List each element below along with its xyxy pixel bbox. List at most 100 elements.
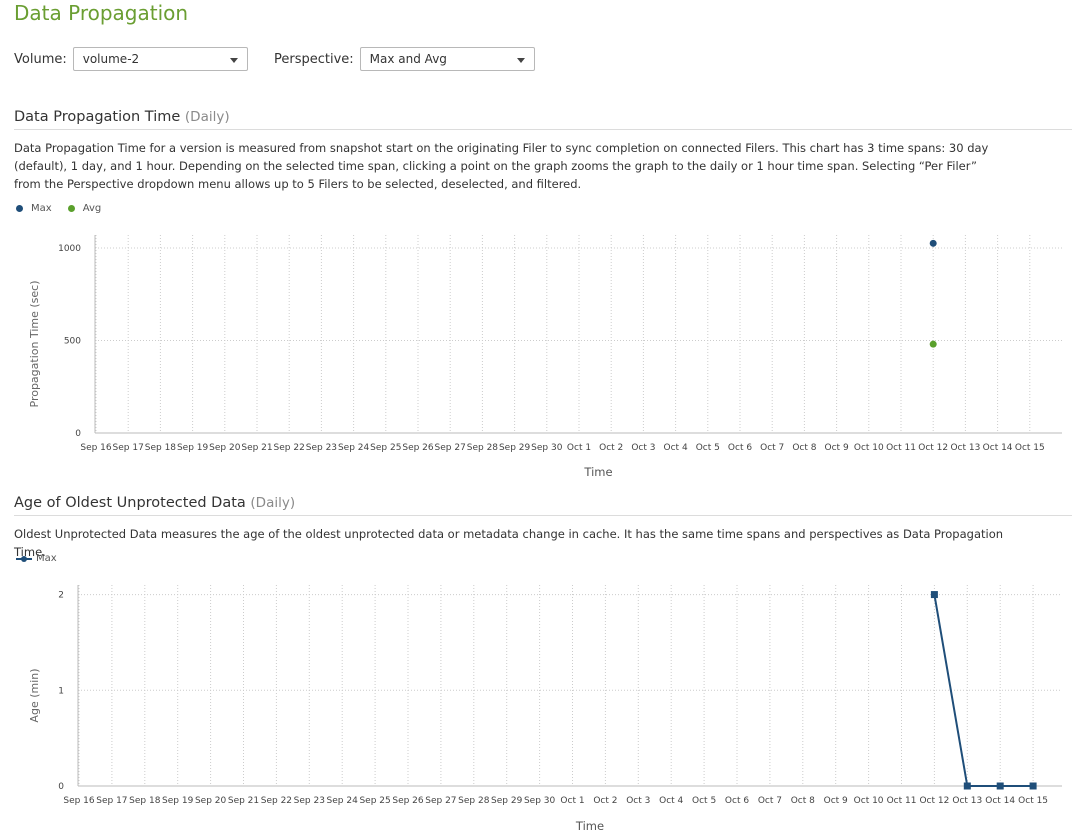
x-tick-label: Oct 13 [950, 443, 980, 453]
x-tick-label: Sep 18 [145, 443, 177, 453]
x-tick-label: Oct 8 [791, 796, 815, 806]
perspective-label: Perspective: [274, 51, 354, 67]
legend-item-max[interactable]: Max [16, 553, 57, 564]
page-title: Data Propagation [14, 1, 189, 25]
x-tick-label: Oct 2 [599, 443, 623, 453]
data-point-max [1029, 782, 1037, 790]
x-tick-label: Oct 11 [887, 796, 917, 806]
x-tick-label: Oct 14 [983, 443, 1013, 453]
x-tick-label: Sep 16 [80, 443, 112, 453]
x-tick-label: Sep 22 [274, 443, 305, 453]
volume-label: Volume: [14, 51, 67, 67]
propagation-section-title: Data Propagation Time (Daily) [14, 108, 1072, 130]
x-tick-label: Sep 21 [241, 443, 272, 453]
legend-item-avg[interactable]: Avg [67, 203, 102, 214]
x-tick-label: Sep 24 [338, 443, 370, 453]
x-tick-label: Sep 29 [499, 443, 531, 453]
propagation-legend: Max Avg [16, 203, 117, 214]
x-tick-label: Sep 23 [294, 796, 325, 806]
y-tick-label: 1000 [58, 244, 81, 254]
legend-avg-label: Avg [82, 203, 102, 214]
x-tick-label: Oct 5 [696, 443, 720, 453]
unprotected-legend: Max [16, 553, 73, 564]
legend-line-marker [16, 555, 32, 562]
legend-avg-marker [67, 205, 75, 212]
x-tick-label: Oct 5 [692, 796, 716, 806]
data-point-max [996, 782, 1004, 790]
perspective-select-value: Max and Avg [369, 52, 447, 66]
x-tick-label: Oct 13 [952, 796, 982, 806]
unprotected-description: Oldest Unprotected Data measures the age… [14, 527, 1004, 559]
perspective-filter: Perspective: Max and Avg [274, 46, 535, 72]
propagation-title-span: (Daily) [184, 109, 230, 125]
x-axis-title: Time [583, 465, 612, 479]
volume-filter: Volume: volume-2 [14, 46, 248, 72]
x-tick-label: Oct 1 [560, 796, 584, 806]
legend-item-max[interactable]: Max [16, 203, 52, 214]
chevron-down-icon [229, 58, 238, 63]
x-tick-label: Sep 28 [458, 796, 490, 806]
volume-select-value: volume-2 [82, 52, 140, 66]
x-tick-label: Sep 25 [370, 443, 401, 453]
x-tick-label: Oct 15 [1015, 443, 1045, 453]
legend-max-marker [16, 205, 23, 212]
x-tick-label: Sep 16 [63, 796, 95, 806]
x-tick-label: Oct 1 [567, 443, 591, 453]
data-point-max [930, 591, 938, 599]
x-tick-label: Sep 19 [177, 443, 209, 453]
x-tick-label: Sep 25 [359, 796, 390, 806]
x-tick-label: Sep 20 [195, 796, 227, 806]
volume-select[interactable]: volume-2 [72, 47, 248, 71]
series-line-max [933, 594, 1034, 787]
x-tick-label: Oct 8 [792, 443, 816, 453]
y-axis-title: Propagation Time (sec) [28, 280, 41, 407]
x-tick-label: Sep 27 [425, 796, 456, 806]
x-axis-title: Time [575, 819, 604, 832]
x-tick-label: Sep 30 [524, 796, 556, 806]
unprotected-section-title: Age of Oldest Unprotected Data (Daily) [14, 494, 1072, 516]
legend-max-label: Max [36, 553, 57, 564]
x-tick-label: Oct 3 [631, 443, 655, 453]
y-tick-label: 1 [58, 686, 64, 696]
x-tick-label: Oct 4 [659, 796, 683, 806]
x-tick-label: Oct 14 [985, 796, 1015, 806]
x-tick-label: Oct 7 [758, 796, 782, 806]
y-tick-label: 2 [58, 591, 64, 601]
x-tick-label: Sep 17 [96, 796, 127, 806]
y-tick-label: 500 [64, 336, 81, 346]
x-tick-label: Oct 4 [664, 443, 688, 453]
x-tick-label: Oct 10 [854, 796, 884, 806]
x-tick-label: Oct 3 [626, 796, 650, 806]
x-tick-label: Sep 18 [129, 796, 161, 806]
x-tick-label: Oct 15 [1018, 796, 1048, 806]
x-tick-label: Sep 22 [261, 796, 292, 806]
propagation-description: Data Propagation Time for a version is m… [14, 141, 989, 191]
unprotected-title-text: Age of Oldest Unprotected Data [14, 495, 246, 511]
unprotected-age-chart: 012Sep 16 Sep 17 Sep 18 Sep 19 Sep 20 Sep 21 S… [28, 585, 1062, 832]
x-tick-label: Oct 12 [919, 796, 949, 806]
data-point-max [963, 782, 971, 790]
x-tick-label: Sep 21 [228, 796, 259, 806]
x-tick-label: Sep 23 [306, 443, 337, 453]
x-tick-label: Sep 24 [327, 796, 359, 806]
y-tick-label: 0 [75, 429, 81, 439]
data-point-avg [929, 340, 937, 348]
x-tick-label: Oct 10 [854, 443, 884, 453]
x-tick-label: Oct 9 [825, 443, 849, 453]
x-tick-label: Sep 19 [162, 796, 194, 806]
x-tick-label: Sep 20 [209, 443, 241, 453]
x-tick-label: Sep 27 [435, 443, 466, 453]
perspective-select[interactable]: Max and Avg [359, 47, 535, 71]
x-tick-label: Oct 12 [918, 443, 948, 453]
x-tick-label: Sep 28 [467, 443, 499, 453]
y-axis-title: Age (min) [28, 668, 41, 722]
x-tick-label: Sep 29 [491, 796, 523, 806]
x-tick-label: Sep 26 [392, 796, 424, 806]
x-tick-label: Oct 11 [886, 443, 916, 453]
x-tick-label: Sep 17 [113, 443, 144, 453]
unprotected-title-span: (Daily) [250, 495, 296, 511]
x-tick-label: Oct 2 [593, 796, 617, 806]
y-tick-label: 0 [58, 782, 64, 792]
x-tick-label: Oct 6 [725, 796, 749, 806]
x-tick-label: Oct 9 [824, 796, 848, 806]
